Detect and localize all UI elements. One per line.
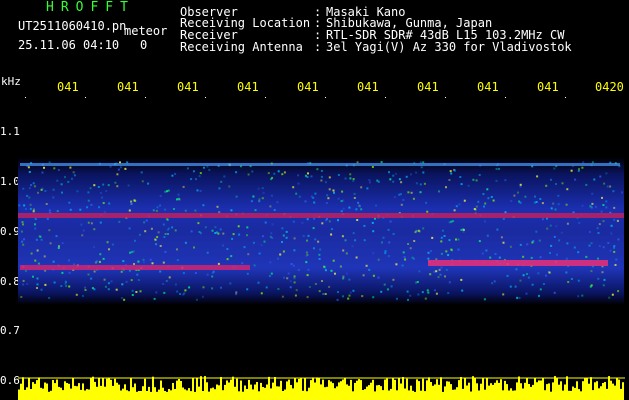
signal-line-lower [20, 265, 250, 270]
meteor-label: meteor [124, 24, 168, 38]
time-tick: 041 [297, 80, 319, 94]
signal-line-lower-right [428, 260, 608, 266]
time-tick: 041 [537, 80, 559, 94]
signal-line-upper [18, 213, 624, 218]
time-tick: 041 [237, 80, 259, 94]
signal-line-top [20, 163, 620, 166]
time-tick: 041 [417, 80, 439, 94]
file-name: UT2511060410.pn [18, 19, 127, 33]
antenna-value: 3el Yagi(V) Az 330 for Vladivostok [326, 40, 572, 54]
time-tick: 041 [177, 80, 199, 94]
app-logo: HROFFT [46, 0, 135, 15]
time-tick: 0420 [595, 80, 624, 94]
counter-label: 0 [140, 38, 148, 52]
tick-dots [25, 97, 566, 98]
time-tick: 041 [357, 80, 379, 94]
antenna-sep: : [314, 40, 322, 54]
time-tick: 041 [117, 80, 139, 94]
yellow-noise-floor [18, 376, 624, 400]
datetime-label: 25.11.06 04:10 [18, 38, 120, 52]
spectrogram-plot [18, 97, 625, 400]
time-tick: 041 [57, 80, 79, 94]
time-tick: 041 [477, 80, 499, 94]
unit-label: kHz [1, 75, 21, 88]
antenna-label: Receiving Antenna [180, 40, 303, 54]
